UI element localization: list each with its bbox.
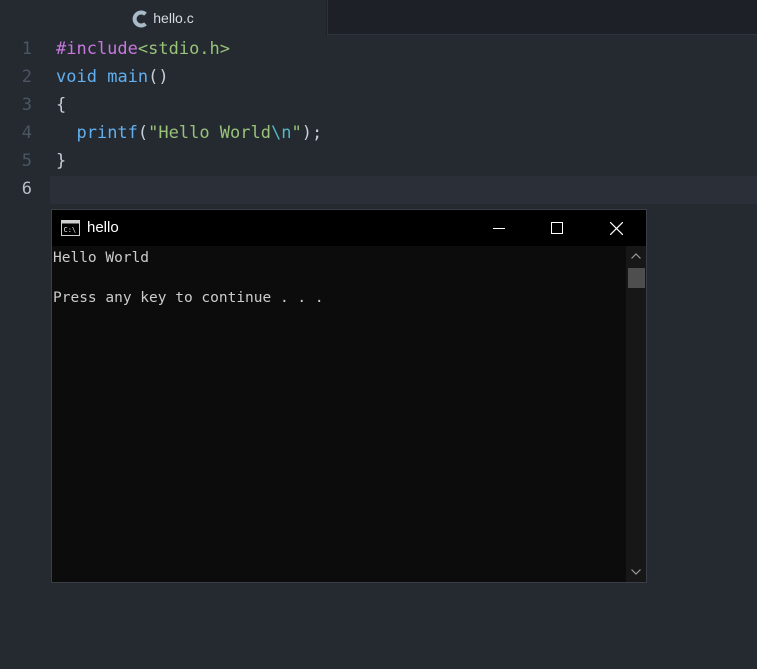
line-number: 1: [21, 39, 32, 59]
maximize-button[interactable]: [528, 210, 586, 246]
close-icon: [609, 221, 623, 235]
line-number: 4: [21, 123, 32, 143]
header-name: <stdio.h>: [137, 39, 231, 59]
punctuation: );: [301, 123, 323, 143]
scroll-thumb[interactable]: [628, 268, 645, 288]
punctuation: {: [56, 95, 67, 115]
minimize-button[interactable]: [470, 210, 528, 246]
console-output-line: Hello World: [53, 250, 150, 266]
console-output-area[interactable]: Hello World Press any key to continue . …: [52, 246, 626, 582]
code-line-3[interactable]: {: [56, 91, 66, 119]
string-literal: "Hello World: [148, 123, 271, 143]
function-name: main: [107, 67, 149, 87]
tab-bar-empty-area: [327, 0, 757, 35]
punctuation: (: [137, 123, 149, 143]
scroll-down-button[interactable]: [626, 562, 646, 582]
line-number: 3: [21, 95, 32, 115]
line-number: 5: [21, 151, 32, 171]
preprocessor-directive: #include: [56, 39, 138, 59]
scroll-up-button[interactable]: [626, 246, 646, 266]
tab-bar: hello.c: [0, 0, 757, 36]
vertical-scrollbar[interactable]: [626, 246, 646, 582]
tab-hello-c[interactable]: hello.c: [0, 0, 326, 36]
code-line-5[interactable]: }: [56, 147, 66, 175]
console-window: C:\ hello Hello World Press any key to c…: [51, 209, 647, 583]
tab-label: hello.c: [153, 10, 194, 26]
code-line-4[interactable]: printf("Hello World\n");: [56, 119, 322, 147]
punctuation: }: [56, 151, 67, 171]
close-button[interactable]: [587, 210, 645, 246]
chevron-up-icon: [631, 253, 641, 259]
maximize-icon: [551, 222, 563, 234]
line-number: 2: [21, 67, 32, 87]
code-line-2[interactable]: void main(): [56, 63, 169, 91]
chevron-down-icon: [631, 569, 641, 575]
line-number-current: 6: [21, 179, 32, 199]
svg-text:C:\: C:\: [64, 226, 77, 234]
escape-sequence: \n: [270, 123, 292, 143]
function-call: printf: [76, 123, 138, 143]
punctuation: (): [148, 67, 169, 87]
console-titlebar[interactable]: C:\ hello: [52, 210, 646, 246]
console-output-line: Press any key to continue . . .: [53, 290, 324, 306]
type-keyword: void: [56, 67, 97, 87]
string-literal-end: ": [291, 123, 302, 143]
minimize-icon: [493, 228, 505, 229]
code-line-6[interactable]: [56, 175, 746, 203]
console-title: hello: [87, 219, 119, 236]
code-line-1[interactable]: #include<stdio.h>: [56, 35, 230, 63]
c-language-icon: [132, 10, 148, 27]
console-icon: C:\: [61, 220, 80, 236]
